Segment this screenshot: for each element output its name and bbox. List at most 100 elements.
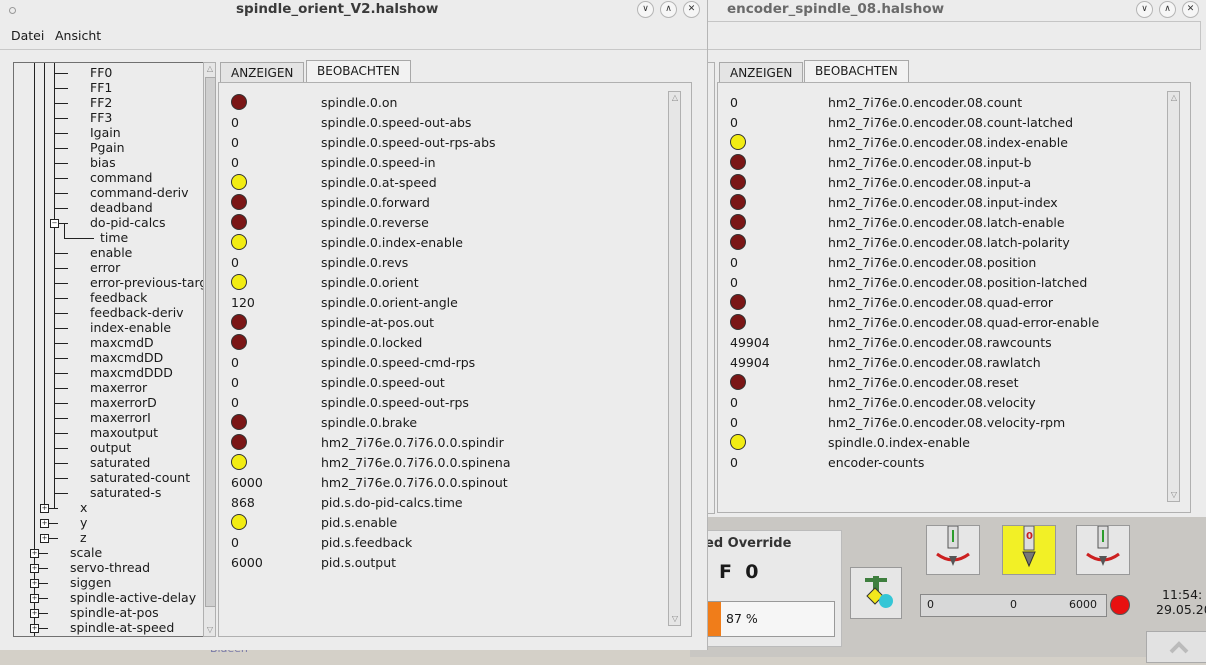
override-bar[interactable]: 87 % <box>705 601 835 637</box>
maximize-button[interactable]: ∧ <box>1159 1 1176 18</box>
tree-item-spindle-at-speed[interactable]: spindle-at-speed <box>70 620 174 635</box>
tab-beobachten[interactable]: BEOBACHTEN <box>306 60 411 83</box>
vertical-scrollbar[interactable]: △ ▽ <box>668 91 681 626</box>
signal-name[interactable]: spindle-at-pos.out <box>321 315 434 330</box>
tab-anzeigen[interactable]: ANZEIGEN <box>719 62 804 83</box>
spindle-ccw-button[interactable] <box>926 525 980 575</box>
tree-expander-icon[interactable]: + <box>30 594 39 603</box>
tree-item-y[interactable]: y <box>80 515 87 530</box>
signal-name[interactable]: encoder-counts <box>828 455 924 470</box>
signal-name[interactable]: spindle.0.reverse <box>321 215 429 230</box>
signal-name[interactable]: spindle.0.speed-out-rps-abs <box>321 135 496 150</box>
signal-name[interactable]: spindle.0.at-speed <box>321 175 437 190</box>
scroll-thumb[interactable] <box>205 77 216 607</box>
tree-item-scale[interactable]: scale <box>70 545 102 560</box>
signal-name[interactable]: hm2_7i76e.0.encoder.08.input-a <box>828 175 1031 190</box>
scroll-up-icon[interactable]: △ <box>205 64 215 74</box>
signal-name[interactable]: hm2_7i76e.0.encoder.08.velocity <box>828 395 1036 410</box>
tree-item-maxoutput[interactable]: maxoutput <box>90 425 158 440</box>
signal-name[interactable]: hm2_7i76e.0.encoder.08.reset <box>828 375 1019 390</box>
spindle-cw-button[interactable] <box>1076 525 1130 575</box>
vertical-scrollbar[interactable]: △ ▽ <box>1167 91 1180 502</box>
tree-expander-icon[interactable]: + <box>30 579 39 588</box>
signal-name[interactable]: pid.s.enable <box>321 515 397 530</box>
signal-name[interactable]: spindle.0.speed-out <box>321 375 445 390</box>
signal-name[interactable]: hm2_7i76e.0.7i76.0.0.spinout <box>321 475 508 490</box>
tree-expander-icon[interactable]: + <box>40 519 49 528</box>
scroll-down-icon[interactable]: ▽ <box>670 614 680 624</box>
tree-item-siggen[interactable]: siggen <box>70 575 111 590</box>
coolant-button[interactable] <box>850 567 902 619</box>
menu-datei[interactable]: Datei <box>11 28 44 43</box>
signal-name[interactable]: hm2_7i76e.0.encoder.08.rawcounts <box>828 335 1052 350</box>
minimize-button[interactable]: ∨ <box>1136 1 1153 18</box>
signal-name[interactable]: spindle.0.speed-in <box>321 155 436 170</box>
signal-name[interactable]: spindle.0.speed-out-abs <box>321 115 471 130</box>
signal-name[interactable]: hm2_7i76e.0.encoder.08.rawlatch <box>828 355 1041 370</box>
tree-item-z[interactable]: z <box>80 530 87 545</box>
tree-expander-icon[interactable]: + <box>40 504 49 513</box>
signal-name[interactable]: spindle.0.brake <box>321 415 417 430</box>
tree-scrollbar[interactable]: △ ▽ <box>203 62 216 637</box>
tree-item-maxcmdDD[interactable]: maxcmdDD <box>90 350 163 365</box>
signal-name[interactable]: spindle.0.speed-cmd-rps <box>321 355 475 370</box>
close-button[interactable]: ✕ <box>683 1 700 18</box>
signal-name[interactable]: hm2_7i76e.0.encoder.08.quad-error-enable <box>828 315 1099 330</box>
title-bar[interactable]: spindle_orient_V2.halshow ∨ ∧ ✕ <box>0 0 707 19</box>
tree-item-spindle-active-delay[interactable]: spindle-active-delay <box>70 590 196 605</box>
signal-name[interactable]: spindle.0.index-enable <box>321 235 463 250</box>
signal-name[interactable]: hm2_7i76e.0.encoder.08.count <box>828 95 1022 110</box>
scroll-down-icon[interactable]: ▽ <box>205 625 215 635</box>
tree-item-time[interactable]: time <box>100 230 128 245</box>
signal-name[interactable]: pid.s.feedback <box>321 535 412 550</box>
tree-item-FF2[interactable]: FF2 <box>90 95 112 110</box>
signal-name[interactable]: hm2_7i76e.0.encoder.08.index-enable <box>828 135 1068 150</box>
tree-expander-icon[interactable]: − <box>50 219 59 228</box>
maximize-button[interactable]: ∧ <box>660 1 677 18</box>
tree-item-saturated-s[interactable]: saturated-s <box>90 485 161 500</box>
signal-name[interactable]: pid.s.output <box>321 555 396 570</box>
signal-name[interactable]: hm2_7i76e.0.encoder.08.velocity-rpm <box>828 415 1065 430</box>
signal-name[interactable]: spindle.0.on <box>321 95 397 110</box>
tree-item-feedback-deriv[interactable]: feedback-deriv <box>90 305 184 320</box>
ok-button[interactable] <box>1146 631 1206 663</box>
spindle-stop-button[interactable]: 0 <box>1002 525 1056 575</box>
tree-item-bias[interactable]: bias <box>90 155 116 170</box>
tree-item-FF1[interactable]: FF1 <box>90 80 112 95</box>
tree-item-output[interactable]: output <box>90 440 131 455</box>
tree-item-command[interactable]: command <box>90 170 152 185</box>
signal-name[interactable]: hm2_7i76e.0.7i76.0.0.spinena <box>321 455 511 470</box>
signal-name[interactable]: hm2_7i76e.0.encoder.08.input-index <box>828 195 1058 210</box>
tree-item-Igain[interactable]: Igain <box>90 125 121 140</box>
tree-item-enable[interactable]: enable <box>90 245 132 260</box>
tree-item-maxcmdDDD[interactable]: maxcmdDDD <box>90 365 173 380</box>
scroll-up-icon[interactable]: △ <box>1169 93 1179 103</box>
tree-item-maxerrorI[interactable]: maxerrorI <box>90 410 151 425</box>
tree-expander-icon[interactable]: + <box>30 549 39 558</box>
tree-item-do-pid-calcs[interactable]: do-pid-calcs <box>90 215 166 230</box>
tree-item-FF0[interactable]: FF0 <box>90 65 112 80</box>
signal-name[interactable]: spindle.0.revs <box>321 255 408 270</box>
signal-name[interactable]: hm2_7i76e.0.encoder.08.input-b <box>828 155 1031 170</box>
tree-item-feedback[interactable]: feedback <box>90 290 147 305</box>
signal-name[interactable]: spindle.0.orient <box>321 275 419 290</box>
tree-item-maxerror[interactable]: maxerror <box>90 380 147 395</box>
tree-item-saturated[interactable]: saturated <box>90 455 150 470</box>
signal-name[interactable]: hm2_7i76e.0.encoder.08.latch-enable <box>828 215 1065 230</box>
scroll-down-icon[interactable]: ▽ <box>1169 490 1179 500</box>
minimize-button[interactable]: ∨ <box>637 1 654 18</box>
signal-name[interactable]: hm2_7i76e.0.encoder.08.count-latched <box>828 115 1073 130</box>
tab-beobachten[interactable]: BEOBACHTEN <box>804 60 909 83</box>
title-bar[interactable]: encoder_spindle_08.halshow ∨ ∧ ✕ <box>708 0 1206 19</box>
tree-item-error[interactable]: error <box>90 260 120 275</box>
menu-ansicht[interactable]: Ansicht <box>55 28 101 43</box>
tree-item-index-enable[interactable]: index-enable <box>90 320 171 335</box>
close-button[interactable]: ✕ <box>1182 1 1199 18</box>
tree-item-spindle-at-pos[interactable]: spindle-at-pos <box>70 605 159 620</box>
tree-expander-icon[interactable]: + <box>30 624 39 633</box>
tree-item-FF3[interactable]: FF3 <box>90 110 112 125</box>
signal-name[interactable]: hm2_7i76e.0.encoder.08.latch-polarity <box>828 235 1070 250</box>
tree-item-maxerrorD[interactable]: maxerrorD <box>90 395 157 410</box>
signal-name[interactable]: spindle.0.index-enable <box>828 435 970 450</box>
tree-expander-icon[interactable]: + <box>30 609 39 618</box>
